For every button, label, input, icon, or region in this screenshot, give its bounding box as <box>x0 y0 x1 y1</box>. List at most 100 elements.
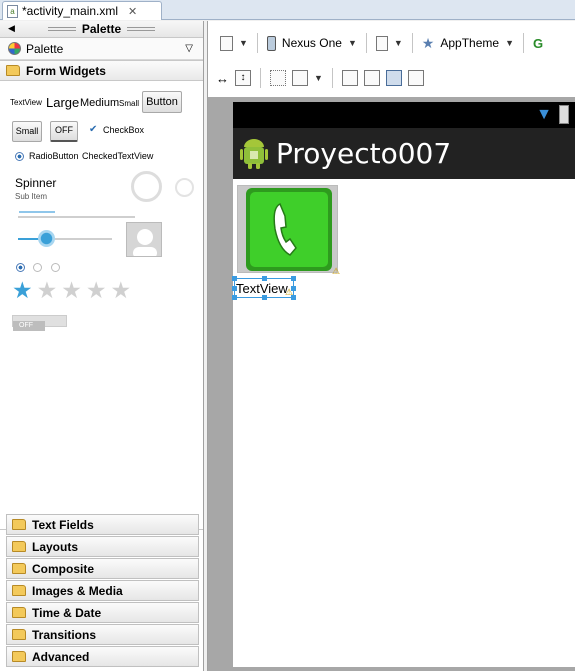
app-title: Proyecto007 <box>276 137 452 170</box>
resize-handle[interactable] <box>232 295 237 300</box>
status-bar: ▼ <box>233 102 575 128</box>
grip-right <box>127 27 156 31</box>
config-file-icon[interactable] <box>220 35 233 51</box>
folder-icon <box>12 585 26 596</box>
section-time-date[interactable]: Time & Date <box>6 602 199 623</box>
baseline-icon[interactable] <box>341 70 358 86</box>
editor-toolbar-top: ▼ Nexus One ▼ ▼ ★ AppTheme ▼ G <box>208 29 575 57</box>
widget-spinner-subitem[interactable]: Sub Item <box>15 192 47 201</box>
section-form-widgets-label: Form Widgets <box>26 63 106 78</box>
chevron-down-icon[interactable]: ▼ <box>348 38 357 48</box>
widget-quickcontactbadge[interactable] <box>126 222 162 257</box>
resize-handle[interactable] <box>262 276 267 281</box>
toolbar-separator <box>331 68 333 88</box>
section-label: Transitions <box>32 627 97 642</box>
xml-file-icon: a <box>7 4 18 18</box>
editor-toolbar-layout: ↔ ↕ ▼ <box>208 67 575 89</box>
margins-icon[interactable] <box>270 70 286 86</box>
chevron-down-icon[interactable]: ▼ <box>314 73 323 83</box>
widget-medium-text[interactable]: Medium <box>80 97 119 109</box>
chevron-down-icon[interactable]: ▼ <box>505 38 514 48</box>
folder-icon <box>12 651 26 662</box>
resize-handle[interactable] <box>262 295 267 300</box>
widget-small-button[interactable]: Small <box>12 121 42 142</box>
star-empty-icon: ★ <box>85 277 107 303</box>
radio-unselected-icon[interactable] <box>51 263 60 272</box>
section-text-fields[interactable]: Text Fields <box>6 514 199 535</box>
section-label: Advanced <box>32 649 90 664</box>
resize-handle[interactable] <box>232 286 237 291</box>
palette-selector-label: Palette <box>26 41 64 56</box>
collapse-left-icon[interactable]: ◀ <box>8 23 15 34</box>
device-screen: ▼ Proyecto007 ⚠ TextView ⚠ <box>232 102 575 667</box>
widget-progressbar-horizontal[interactable] <box>18 216 135 218</box>
chevron-down-icon[interactable]: ▼ <box>239 38 248 48</box>
section-form-widgets[interactable]: Form Widgets <box>0 60 203 81</box>
warning-icon: ⚠ <box>285 287 294 297</box>
widget-small-text[interactable]: Small <box>119 99 139 108</box>
battery-icon <box>559 105 569 124</box>
section-advanced[interactable]: Advanced <box>6 646 199 667</box>
widget-progressbar-small[interactable] <box>175 178 194 197</box>
action-bar: Proyecto007 <box>233 128 575 179</box>
editor-tab-label: *activity_main.xml <box>22 4 119 18</box>
widget-large-text[interactable]: Large <box>46 95 79 110</box>
fill-width-icon[interactable]: ↔ <box>216 71 229 86</box>
vertical-orientation-icon[interactable] <box>385 70 402 86</box>
horizontal-orientation-icon[interactable] <box>407 70 424 86</box>
section-layouts[interactable]: Layouts <box>6 536 199 557</box>
layout-editor: ▼ Nexus One ▼ ▼ ★ AppTheme ▼ G ↔ ↕ ▼ ▼ P… <box>207 21 575 671</box>
palette-header-title: Palette <box>81 22 122 36</box>
resize-handle[interactable] <box>291 276 296 281</box>
editor-tab-activity-main[interactable]: a *activity_main.xml ✕ <box>2 1 162 20</box>
widget-ratingbar[interactable]: ★ ★ ★ ★ ★ <box>12 279 131 302</box>
chevron-down-icon[interactable]: ▽ <box>185 43 193 54</box>
section-images-media[interactable]: Images & Media <box>6 580 199 601</box>
phone-imagebutton[interactable] <box>237 185 338 273</box>
widget-progressbar-horizontal-fill <box>19 211 55 213</box>
star-filled-icon: ★ <box>12 277 33 303</box>
radio-icon <box>15 152 24 161</box>
widget-seekbar-thumb[interactable] <box>38 230 55 247</box>
folder-icon <box>12 629 26 640</box>
chevron-down-icon[interactable]: ▼ <box>394 38 403 48</box>
selected-textview[interactable]: TextView ⚠ <box>232 276 296 300</box>
theme-selector[interactable]: AppTheme <box>440 36 499 50</box>
form-widgets-grid: TextView Large Medium Small Button Small… <box>0 81 203 530</box>
star-empty-icon: ★ <box>36 277 58 303</box>
folder-icon <box>12 607 26 618</box>
folder-icon <box>12 563 26 574</box>
textview-label: TextView <box>236 281 288 296</box>
section-composite[interactable]: Composite <box>6 558 199 579</box>
signal-icon: ▼ <box>536 106 552 123</box>
orientation-icon[interactable] <box>375 35 388 51</box>
close-tab-icon[interactable]: ✕ <box>128 5 137 18</box>
section-transitions[interactable]: Transitions <box>6 624 199 645</box>
toolbar-separator <box>522 33 524 53</box>
radio-selected-icon[interactable] <box>16 263 25 272</box>
refresh-icon[interactable]: G <box>533 36 543 51</box>
section-label: Composite <box>32 561 95 576</box>
layout-canvas: ▼ Proyecto007 ⚠ TextView ⚠ <box>208 97 575 671</box>
toolbar-separator <box>260 68 261 88</box>
section-label: Images & Media <box>32 583 123 598</box>
resize-handle[interactable] <box>232 276 237 281</box>
grip-left <box>47 27 76 31</box>
fill-height-icon[interactable]: ↕ <box>235 70 251 86</box>
widget-toggle-button[interactable]: OFF <box>50 121 78 142</box>
device-selector[interactable]: Nexus One <box>282 36 342 50</box>
widget-progressbar-large[interactable] <box>131 171 162 202</box>
palette-selector[interactable]: Palette ▽ <box>0 38 203 60</box>
radio-unselected-icon[interactable] <box>33 263 42 272</box>
folder-icon <box>12 519 26 530</box>
widget-checkbox[interactable]: CheckBox <box>103 125 144 135</box>
gravity-icon[interactable] <box>292 70 308 86</box>
distribute-icon[interactable] <box>363 70 380 86</box>
widget-checkedtextview[interactable]: CheckedTextView <box>82 151 153 161</box>
widget-radiobutton[interactable]: RadioButton <box>29 151 79 161</box>
widget-switch[interactable]: OFF <box>12 315 67 331</box>
android-logo-icon <box>240 138 268 169</box>
widget-textview[interactable]: TextView <box>10 98 42 107</box>
widget-spinner[interactable]: Spinner <box>15 176 56 190</box>
widget-button[interactable]: Button <box>142 91 182 113</box>
